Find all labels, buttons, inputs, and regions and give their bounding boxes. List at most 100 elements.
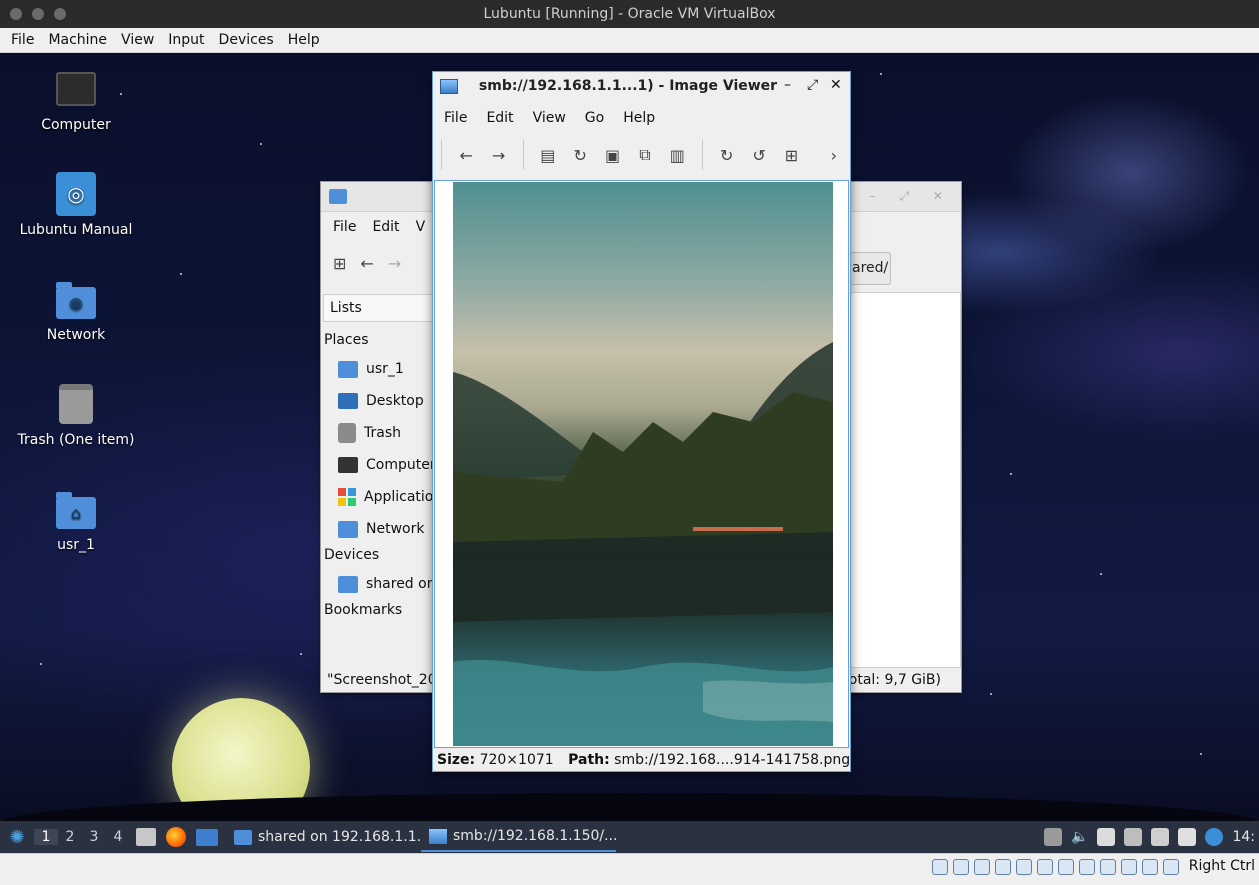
fm-place-computer[interactable]: Computer bbox=[338, 454, 436, 476]
fm-device-label: shared on bbox=[366, 576, 436, 592]
toolbar-separator bbox=[701, 140, 703, 170]
workspace-4[interactable]: 4 bbox=[106, 829, 130, 845]
computer-icon bbox=[56, 72, 96, 106]
cpu-activity-icon[interactable] bbox=[1100, 859, 1116, 875]
iv-menu-edit[interactable]: Edit bbox=[479, 110, 521, 126]
desktop-icon-trash[interactable]: Trash (One item) bbox=[11, 382, 141, 448]
display-icon[interactable] bbox=[1058, 859, 1074, 875]
usb-icon[interactable] bbox=[1016, 859, 1032, 875]
image-viewer-window[interactable]: smb://192.168.1.1...1) - Image Viewer – … bbox=[432, 71, 851, 772]
paste-icon[interactable]: ▥ bbox=[661, 146, 693, 165]
updates-alert-icon[interactable] bbox=[1178, 828, 1197, 846]
back-arrow-icon[interactable]: ← bbox=[360, 254, 373, 273]
task-image-viewer[interactable]: smb://192.168.1.150/... bbox=[421, 822, 616, 852]
iv-titlebar[interactable]: smb://192.168.1.1...1) - Image Viewer – … bbox=[433, 72, 850, 102]
shared-folders-icon[interactable] bbox=[1037, 859, 1053, 875]
trash-icon bbox=[338, 423, 356, 443]
next-image-icon[interactable]: → bbox=[482, 146, 514, 165]
host-menu-file[interactable]: File bbox=[4, 32, 41, 48]
fm-window-controls[interactable]: – ⤢ ✕ bbox=[870, 189, 953, 204]
audio-icon[interactable] bbox=[974, 859, 990, 875]
virtualization-icon[interactable] bbox=[1121, 859, 1137, 875]
folder-icon bbox=[329, 189, 347, 204]
fm-place-desktop[interactable]: Desktop bbox=[338, 390, 424, 412]
clock[interactable]: 14: bbox=[1232, 829, 1255, 845]
fm-place-applications[interactable]: Applicatio bbox=[338, 486, 433, 508]
clipboard-icon[interactable] bbox=[1097, 828, 1116, 846]
minimize-icon[interactable]: – bbox=[784, 77, 791, 93]
hard-disk-icon[interactable] bbox=[932, 859, 948, 875]
iv-path-label: Path: bbox=[568, 752, 610, 768]
minimize-window-icon[interactable] bbox=[32, 8, 44, 20]
fm-place-trash[interactable]: Trash bbox=[338, 422, 401, 444]
host-statusbar: Right Ctrl bbox=[0, 853, 1259, 885]
workspace-2[interactable]: 2 bbox=[58, 829, 82, 845]
maximize-icon[interactable]: ⤢ bbox=[807, 77, 818, 93]
lubuntu-start-menu-icon[interactable]: ✺ bbox=[0, 827, 34, 848]
fm-path-bar[interactable]: ared/ bbox=[849, 252, 891, 285]
fm-place-usr-1[interactable]: usr_1 bbox=[338, 358, 404, 380]
task-file-manager[interactable]: shared on 192.168.1.1... bbox=[226, 822, 421, 852]
workspace-1[interactable]: 1 bbox=[34, 829, 58, 845]
desktop-icon-network[interactable]: ◉ Network bbox=[11, 277, 141, 343]
host-menu-devices[interactable]: Devices bbox=[212, 32, 281, 48]
desktop-icon-label: Computer bbox=[41, 117, 111, 133]
network-tray-icon[interactable] bbox=[1151, 828, 1170, 846]
close-window-icon[interactable] bbox=[10, 8, 22, 20]
file-manager-launcher-icon[interactable] bbox=[196, 828, 218, 846]
host-menu-view[interactable]: View bbox=[114, 32, 161, 48]
workspace-3[interactable]: 3 bbox=[82, 829, 106, 845]
zoom-in-icon[interactable]: ⊞ bbox=[775, 146, 807, 165]
optical-drive-icon[interactable] bbox=[953, 859, 969, 875]
show-desktop-icon[interactable] bbox=[136, 828, 156, 846]
host-menu-machine[interactable]: Machine bbox=[41, 32, 114, 48]
rotate-counterclockwise-icon[interactable]: ↺ bbox=[743, 146, 775, 165]
host-key-label: Right Ctrl bbox=[1188, 858, 1255, 874]
desktop-icon-usr-1[interactable]: ⌂ usr_1 bbox=[11, 487, 141, 553]
rotate-clockwise-icon[interactable]: ↻ bbox=[710, 146, 742, 165]
fm-menu-view[interactable]: V bbox=[408, 219, 434, 235]
network-adapter-icon[interactable] bbox=[995, 859, 1011, 875]
recording-icon[interactable] bbox=[1079, 859, 1095, 875]
firefox-icon[interactable] bbox=[166, 827, 186, 847]
iv-size-value: 720×1071 bbox=[479, 752, 554, 768]
volume-icon[interactable]: 🔈 bbox=[1071, 829, 1088, 845]
task-label: smb://192.168.1.150/... bbox=[453, 828, 616, 844]
desktop-icon-lubuntu-manual[interactable]: ◎ Lubuntu Manual bbox=[11, 172, 141, 238]
maximize-window-icon[interactable] bbox=[54, 8, 66, 20]
fm-side-pane-mode[interactable]: Lists bbox=[323, 294, 443, 322]
notes-icon[interactable] bbox=[1124, 828, 1143, 846]
eject-icon[interactable] bbox=[1044, 828, 1063, 846]
open-file-icon[interactable]: ▤ bbox=[532, 146, 564, 165]
host-menu-help[interactable]: Help bbox=[281, 32, 327, 48]
new-tab-icon[interactable]: ⊞ bbox=[333, 254, 346, 273]
reload-icon[interactable]: ↻ bbox=[564, 146, 596, 165]
iv-menu-help[interactable]: Help bbox=[616, 110, 663, 126]
discover-icon[interactable] bbox=[1205, 828, 1224, 846]
iv-menubar: File Edit View Go Help bbox=[433, 102, 850, 134]
fm-device-shared[interactable]: shared on bbox=[338, 573, 436, 595]
desktop-icon-label: Lubuntu Manual bbox=[19, 222, 133, 238]
network-folder-icon bbox=[338, 520, 358, 538]
forward-arrow-icon[interactable]: → bbox=[388, 254, 401, 273]
previous-image-icon[interactable]: ← bbox=[450, 146, 482, 165]
fm-menu-edit[interactable]: Edit bbox=[364, 219, 407, 235]
host-menu-input[interactable]: Input bbox=[161, 32, 211, 48]
close-icon[interactable]: ✕ bbox=[830, 77, 842, 93]
mouse-integration-icon[interactable] bbox=[1142, 859, 1158, 875]
iv-image-canvas[interactable] bbox=[434, 180, 849, 748]
desktop-icon-computer[interactable]: Computer bbox=[11, 67, 141, 133]
more-tools-chevron-icon[interactable]: › bbox=[818, 146, 850, 165]
copy-icon[interactable]: ⧉ bbox=[629, 145, 661, 165]
keyboard-capture-icon[interactable] bbox=[1163, 859, 1179, 875]
toolbar-separator bbox=[522, 140, 524, 170]
fm-file-view[interactable] bbox=[849, 292, 961, 668]
applications-icon bbox=[338, 488, 356, 506]
fm-place-network[interactable]: Network bbox=[338, 518, 424, 540]
fm-menu-file[interactable]: File bbox=[325, 219, 364, 235]
fm-place-label: Network bbox=[366, 521, 425, 537]
iv-menu-view[interactable]: View bbox=[526, 110, 574, 126]
save-icon[interactable]: ▣ bbox=[596, 146, 628, 165]
iv-menu-go[interactable]: Go bbox=[578, 110, 612, 126]
iv-menu-file[interactable]: File bbox=[437, 110, 475, 126]
